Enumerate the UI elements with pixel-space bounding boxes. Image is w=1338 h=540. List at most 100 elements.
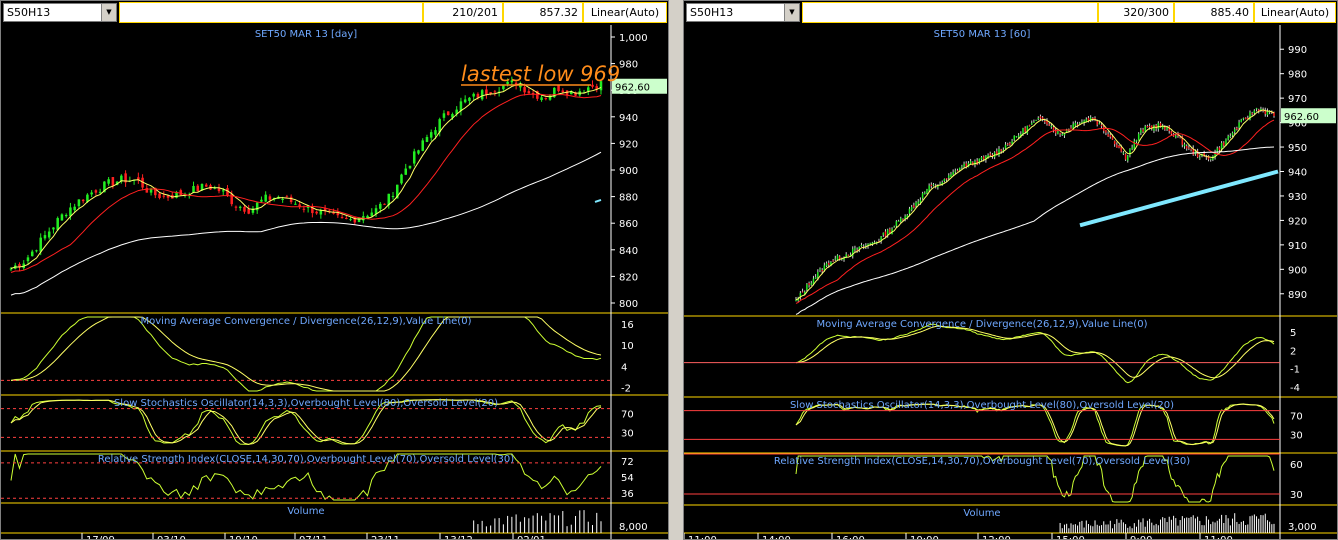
candle-body xyxy=(480,90,484,100)
candle-body xyxy=(1120,147,1122,152)
candle-body xyxy=(808,283,810,286)
candle-body xyxy=(349,219,352,221)
candle-body xyxy=(243,206,246,212)
candle-body xyxy=(1253,110,1256,114)
left-counter: 210/201 xyxy=(423,2,503,23)
right-chart-canvas[interactable]: SET50 MAR 13 [60]99098097096095094093092… xyxy=(684,25,1337,540)
candle-body xyxy=(294,203,297,205)
left-scale-mode[interactable]: Linear(Auto) xyxy=(583,2,667,23)
candle-body xyxy=(1188,147,1190,149)
candle-body xyxy=(111,177,115,186)
macd-tick-label: 10 xyxy=(621,341,634,352)
candle-body xyxy=(1096,120,1098,125)
candle-body xyxy=(1009,142,1011,145)
price-tick-label: 980 xyxy=(619,60,638,71)
candle-body xyxy=(806,284,808,291)
candle-body xyxy=(945,178,948,180)
candle-body xyxy=(345,217,348,219)
price-tick-label: 990 xyxy=(1288,45,1307,56)
stoch-tick-label: 70 xyxy=(1290,411,1303,422)
candle-body xyxy=(1052,126,1055,131)
date-tick-label: 19/10 xyxy=(229,535,258,540)
macd-signal-line xyxy=(10,316,602,392)
candle-body xyxy=(825,263,828,266)
candle-body xyxy=(315,211,318,214)
right-scale-mode[interactable]: Linear(Auto) xyxy=(1254,2,1336,23)
candle-body xyxy=(60,214,64,221)
candle-body xyxy=(544,98,548,100)
left-chart-canvas[interactable]: SET50 MAR 13 [day]1,00098096094092090088… xyxy=(1,25,668,540)
left-symbol-value: S50H13 xyxy=(7,6,51,19)
stoch-title: Slow Stochastics Oscillator(14,3,3),Over… xyxy=(114,398,498,409)
right-symbol-select[interactable]: S50H13 ▼ xyxy=(686,3,800,22)
candle-body xyxy=(540,97,543,101)
ma-mid-line xyxy=(10,93,602,273)
candle-body xyxy=(1118,145,1120,148)
candle-body xyxy=(817,271,819,278)
candle-body xyxy=(391,196,395,198)
panel-splitter[interactable] xyxy=(669,0,683,540)
ma-slow-line xyxy=(795,146,1275,315)
candle-body xyxy=(1070,127,1072,129)
candle-body xyxy=(954,170,957,172)
candle-body xyxy=(523,87,526,93)
candle-body xyxy=(434,130,437,135)
candle-body xyxy=(893,226,895,228)
candle-body xyxy=(1240,119,1243,122)
candle-body xyxy=(963,163,965,167)
candle-body xyxy=(69,207,72,217)
candle-body xyxy=(1142,129,1144,132)
candle-body xyxy=(35,250,38,252)
ma-fast-line xyxy=(795,109,1275,301)
stoch-tick-label: 70 xyxy=(621,409,634,420)
candle-body xyxy=(1153,125,1155,131)
candle-body xyxy=(886,229,889,236)
candle-body xyxy=(90,192,93,195)
right-cursor-value: 885.40 xyxy=(1174,2,1254,23)
price-tick-label: 930 xyxy=(1288,192,1307,203)
date-tick-label: 12:00 xyxy=(982,535,1011,540)
candle-body xyxy=(917,201,919,204)
price-tick-label: 920 xyxy=(619,139,638,150)
candle-body xyxy=(1111,136,1114,140)
candle-body xyxy=(39,237,42,252)
candle-body xyxy=(950,174,952,177)
rsi-title: Relative Strength Index(CLOSE,14,30,70),… xyxy=(98,454,514,465)
date-tick-label: 9:00 xyxy=(1130,535,1152,540)
candle-body xyxy=(928,185,930,191)
last-price-value: 962.60 xyxy=(1284,112,1319,123)
candle-body xyxy=(370,212,374,216)
candle-body xyxy=(1074,122,1077,126)
macd-tick-label: -1 xyxy=(1290,365,1300,376)
candle-body xyxy=(1199,157,1201,159)
candle-body xyxy=(425,137,429,142)
candle-body xyxy=(107,179,110,184)
left-symbol-select[interactable]: S50H13 ▼ xyxy=(3,3,117,22)
candle-body xyxy=(192,186,195,193)
candle-body xyxy=(926,189,928,194)
candle-body xyxy=(814,276,817,279)
candle-body xyxy=(1137,133,1140,141)
trend-marker xyxy=(594,198,602,203)
candle-body xyxy=(548,95,552,100)
candle-body xyxy=(468,97,471,101)
candle-body xyxy=(73,206,76,211)
ma-slow-line xyxy=(10,151,602,296)
chevron-down-icon[interactable]: ▼ xyxy=(784,4,799,21)
candle-body xyxy=(238,206,242,208)
candle-body xyxy=(1000,149,1002,152)
candle-body xyxy=(268,196,272,200)
candle-body xyxy=(900,218,902,222)
candle-body xyxy=(162,195,166,197)
chevron-down-icon[interactable]: ▼ xyxy=(101,4,116,21)
right-symbol-value: S50H13 xyxy=(690,6,734,19)
macd-tick-label: 2 xyxy=(1290,346,1296,357)
candle-body xyxy=(810,283,813,285)
candle-body xyxy=(1100,124,1103,127)
candle-body xyxy=(1109,134,1112,137)
candle-body xyxy=(289,196,293,203)
candle-body xyxy=(801,291,804,293)
candle-body xyxy=(26,257,30,262)
candle-body xyxy=(281,198,284,200)
stoch-tick-label: 30 xyxy=(1290,431,1303,442)
